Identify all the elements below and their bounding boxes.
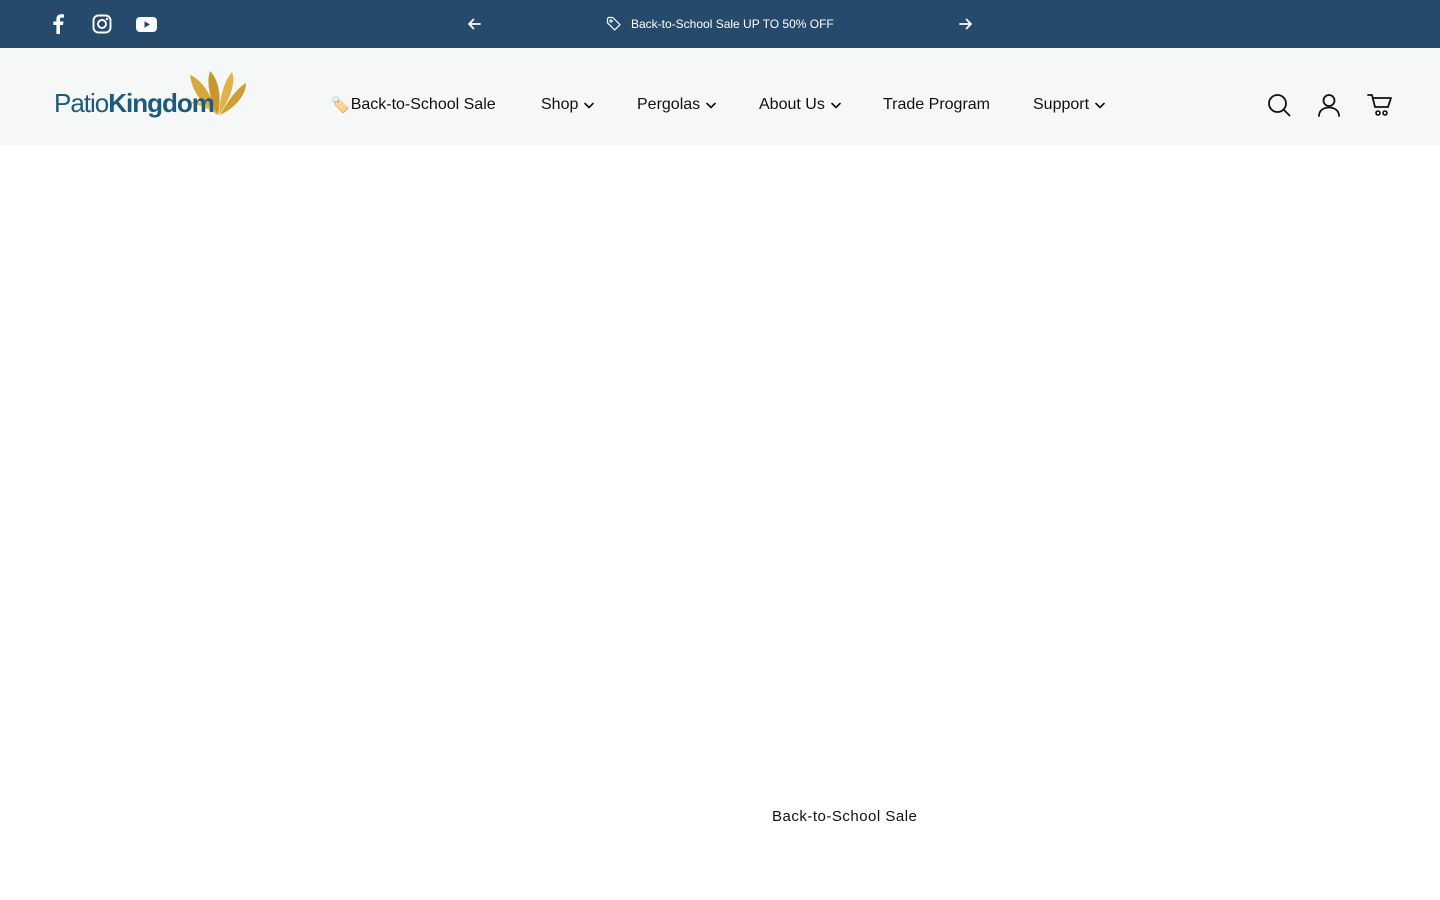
nav-label: Pergolas <box>637 96 701 113</box>
nav-label: About Us <box>759 96 825 113</box>
logo-wordmark: PatioKingdom <box>54 88 215 118</box>
instagram-icon[interactable] <box>91 13 113 35</box>
announcement-link[interactable]: Back-to-School Sale UP TO 50% OFF <box>606 16 834 32</box>
price-tag-icon <box>606 16 622 32</box>
nav-trade-program[interactable]: Trade Program <box>883 94 990 116</box>
nav-label: Back-to-School Sale <box>350 96 496 113</box>
cart-icon[interactable] <box>1367 92 1393 118</box>
youtube-icon[interactable] <box>135 13 157 35</box>
chevron-down-icon <box>1095 102 1105 109</box>
arrow-left-icon[interactable] <box>464 14 484 34</box>
chevron-down-icon <box>831 102 841 109</box>
chevron-down-icon <box>706 102 716 109</box>
announcement-text: Back-to-School Sale UP TO 50% OFF <box>631 17 834 31</box>
hero-section <box>0 145 1440 900</box>
nav-label: Shop <box>541 96 579 113</box>
nav-label: Trade Program <box>883 96 990 113</box>
tag-emoji-icon: 🏷️ <box>331 96 350 114</box>
nav-shop[interactable]: Shop <box>541 94 595 116</box>
logo[interactable]: PatioKingdom <box>53 69 249 121</box>
nav-back-to-school-sale[interactable]: 🏷️ Back-to-School Sale <box>331 94 496 116</box>
nav-support[interactable]: Support <box>1033 94 1105 116</box>
nav-about-us[interactable]: About Us <box>759 94 841 116</box>
nav-label: Support <box>1033 96 1090 113</box>
site-header: PatioKingdom 🏷️ Back-to-School Sale Shop… <box>0 48 1440 145</box>
announcement-bar: Back-to-School Sale UP TO 50% OFF <box>0 0 1440 48</box>
hero-caption[interactable]: Back-to-School Sale <box>772 808 917 825</box>
nav-pergolas[interactable]: Pergolas <box>637 94 716 116</box>
search-icon[interactable] <box>1266 92 1292 118</box>
chevron-down-icon <box>584 102 595 109</box>
facebook-icon[interactable] <box>47 13 69 35</box>
arrow-right-icon[interactable] <box>956 14 976 34</box>
account-icon[interactable] <box>1316 92 1342 118</box>
